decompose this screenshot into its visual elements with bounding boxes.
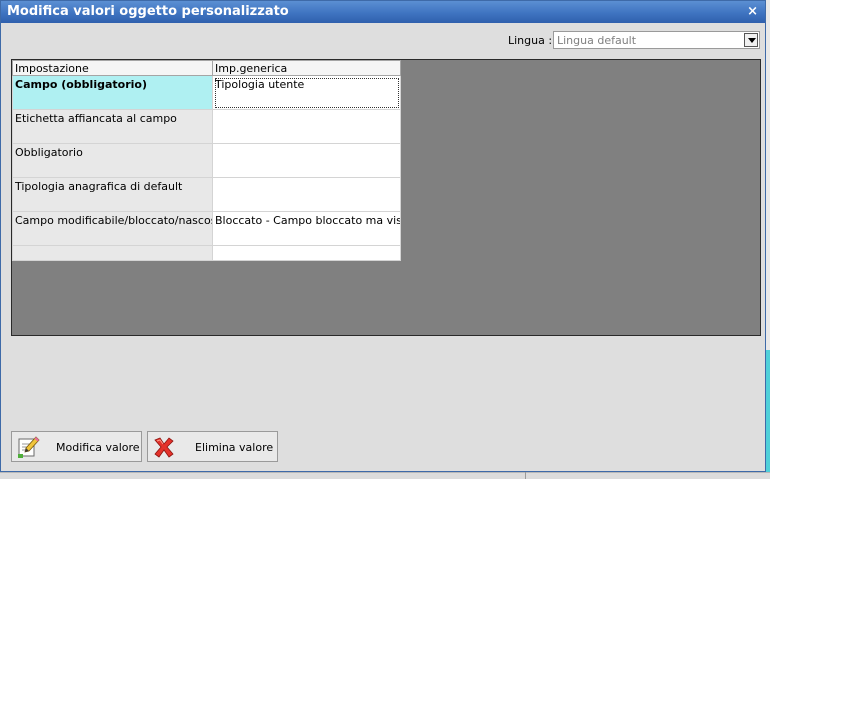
table-row[interactable]: Obbligatorio [12, 143, 401, 178]
row-setting-cell[interactable] [12, 245, 213, 261]
table-row[interactable]: Tipologia anagrafica di default [12, 177, 401, 212]
column-header-value[interactable]: Imp.generica [212, 60, 401, 76]
row-setting-cell[interactable]: Obbligatorio [12, 143, 213, 178]
delete-x-icon [154, 437, 174, 458]
modifica-valore-label: Modifica valore [56, 441, 140, 454]
settings-grid-area: Impostazione Imp.generica Campo (obbliga… [11, 59, 761, 336]
background-cyan-panel [766, 350, 770, 472]
row-value-cell[interactable] [212, 109, 401, 144]
table-row[interactable]: Etichetta affiancata al campo [12, 109, 401, 144]
dialog-title: Modifica valori oggetto personalizzato [7, 4, 289, 19]
row-setting-cell[interactable]: Campo modificabile/bloccato/nascosto [12, 211, 213, 246]
elimina-valore-button[interactable]: Elimina valore [147, 431, 278, 462]
settings-grid: Impostazione Imp.generica Campo (obbliga… [12, 60, 401, 261]
row-value-cell[interactable]: Tipologia utente [212, 75, 401, 110]
language-label: Lingua : [508, 34, 553, 47]
table-row[interactable]: Campo (obbligatorio) Tipologia utente [12, 75, 401, 110]
row-value-cell[interactable] [212, 143, 401, 178]
table-row[interactable]: Campo modificabile/bloccato/nascosto Blo… [12, 211, 401, 246]
language-select[interactable]: Lingua default [553, 31, 760, 49]
elimina-valore-label: Elimina valore [195, 441, 274, 454]
row-value-cell[interactable] [212, 177, 401, 212]
chevron-down-icon[interactable] [744, 33, 758, 47]
column-header-setting[interactable]: Impostazione [12, 60, 213, 76]
row-value-cell[interactable] [212, 245, 401, 261]
modifica-valore-button[interactable]: Modifica valore [11, 431, 142, 462]
grid-header-row: Impostazione Imp.generica [12, 60, 401, 76]
table-row[interactable] [12, 245, 401, 261]
close-icon[interactable]: × [747, 4, 758, 19]
language-select-value: Lingua default [557, 34, 637, 47]
dialog-titlebar[interactable]: Modifica valori oggetto personalizzato × [1, 1, 765, 23]
row-setting-cell[interactable]: Campo (obbligatorio) [12, 75, 213, 110]
background-bottom-strip [0, 472, 770, 479]
edit-pencil-icon [18, 436, 40, 458]
background-separator [525, 472, 526, 479]
row-value-cell[interactable]: Bloccato - Campo bloccato ma visibile [212, 211, 401, 246]
row-setting-cell[interactable]: Tipologia anagrafica di default [12, 177, 213, 212]
dialog-window: Modifica valori oggetto personalizzato ×… [0, 0, 766, 472]
row-setting-cell[interactable]: Etichetta affiancata al campo [12, 109, 213, 144]
